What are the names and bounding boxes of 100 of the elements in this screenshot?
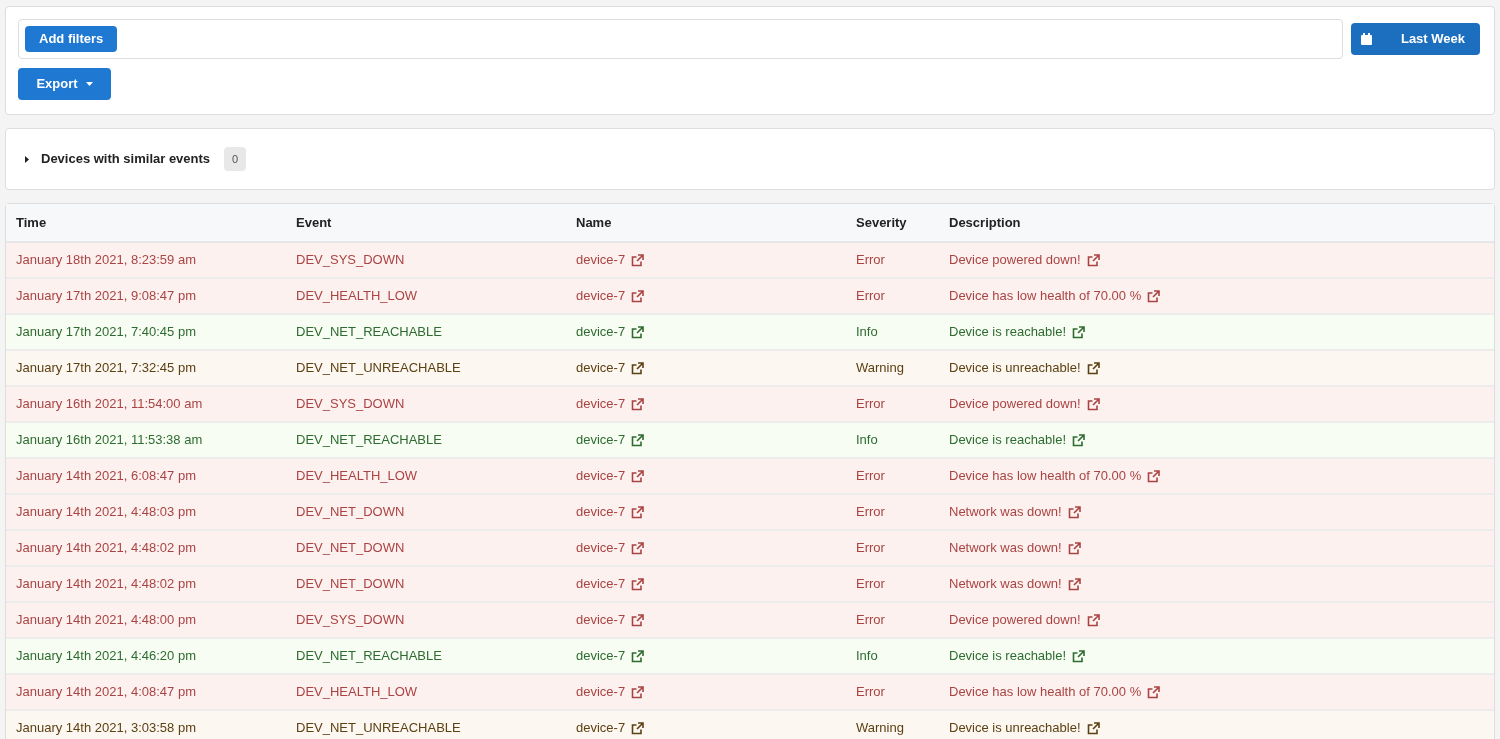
device-name-cell-text: device-7 [576,359,626,378]
external-link-icon[interactable] [631,325,645,339]
table-row[interactable]: January 14th 2021, 4:48:02 pm DEV_NET_DOWN device-7 Error Network was down! [6,567,1494,603]
export-button[interactable]: Export [18,68,111,100]
severity-cell-text: Error [856,251,885,270]
external-link-icon[interactable] [631,397,645,411]
external-link-icon[interactable] [1086,397,1100,411]
time-cell-text: January 14th 2021, 3:03:58 pm [16,719,196,738]
event-cell-text: DEV_HEALTH_LOW [296,287,418,306]
external-link-icon[interactable] [631,289,645,303]
severity-cell-text: Error [856,575,885,594]
event-cell-text: DEV_SYS_DOWN [296,611,405,630]
event-cell-text: DEV_NET_UNREACHABLE [296,359,461,378]
external-link-icon[interactable] [1086,361,1100,375]
external-link-icon[interactable] [631,541,645,555]
device-name-cell-text: device-7 [576,683,626,702]
external-link-icon[interactable] [631,721,645,735]
external-link-icon[interactable] [1067,505,1081,519]
device-name-cell-text: device-7 [576,251,626,270]
severity-cell-text: Error [856,395,885,414]
column-header[interactable]: Time [16,212,47,233]
external-link-icon[interactable] [1067,577,1081,591]
count-badge: 0 [224,146,247,172]
severity-cell-text: Error [856,287,885,306]
external-link-icon[interactable] [1072,433,1086,447]
table-row[interactable]: January 17th 2021, 7:32:45 pm DEV_NET_UNREACHABLE device-7 Warning Device is unreachable! [6,351,1494,387]
table-row[interactable]: January 14th 2021, 4:48:03 pm DEV_NET_DOWN device-7 Error Network was down! [6,495,1494,531]
table-row[interactable]: January 14th 2021, 4:46:20 pm DEV_NET_REACHABLE device-7 Info Device is reachable! [6,639,1494,675]
device-name-cell-text: device-7 [576,647,626,666]
device-name-cell-text: device-7 [576,503,626,522]
column-header[interactable]: Description [949,212,1021,233]
external-link-icon[interactable] [1086,253,1100,267]
date-range-button[interactable]: Last Week [1351,23,1480,55]
event-cell-text: DEV_SYS_DOWN [296,395,405,414]
table-row[interactable]: January 16th 2021, 11:53:38 am DEV_NET_REACHABLE device-7 Info Device is reachable! [6,423,1494,459]
event-cell-text: DEV_NET_DOWN [296,539,405,558]
time-cell-text: January 14th 2021, 4:48:00 pm [16,611,196,630]
device-name-cell-text: device-7 [576,719,626,738]
table-row[interactable]: January 14th 2021, 4:48:00 pm DEV_SYS_DOWN device-7 Error Device powered down! [6,603,1494,639]
time-cell-text: January 18th 2021, 8:23:59 am [16,251,196,270]
external-link-icon[interactable] [1147,289,1161,303]
time-cell-text: January 17th 2021, 7:40:45 pm [16,323,196,342]
device-name-cell-text: device-7 [576,395,626,414]
severity-cell-text: Error [856,611,885,630]
device-name-cell-text: device-7 [576,323,626,342]
external-link-icon[interactable] [631,433,645,447]
description-cell-text: Device has low health of 70.00 % [949,683,1142,702]
external-link-icon[interactable] [1086,613,1100,627]
external-link-icon[interactable] [631,253,645,267]
external-link-icon[interactable] [631,505,645,519]
column-header[interactable]: Name [576,212,612,233]
external-link-icon[interactable] [1147,469,1161,483]
table-row[interactable]: January 14th 2021, 4:48:02 pm DEV_NET_DOWN device-7 Error Network was down! [6,531,1494,567]
external-link-icon[interactable] [1086,721,1100,735]
description-cell-text: Device has low health of 70.00 % [949,287,1142,306]
severity-cell-text: Error [856,539,885,558]
table-row[interactable]: January 14th 2021, 6:08:47 pm DEV_HEALTH_LOW device-7 Error Device has low health of 70.00 % [6,459,1494,495]
description-cell-text: Device powered down! [949,395,1081,414]
external-link-icon[interactable] [631,577,645,591]
table-row[interactable]: January 14th 2021, 3:03:58 pm DEV_NET_UNREACHABLE device-7 Warning Device is unreachable! [6,711,1494,739]
external-link-icon[interactable] [1072,325,1086,339]
event-cell-text: DEV_NET_REACHABLE [296,431,442,450]
time-cell-text: January 14th 2021, 4:48:02 pm [16,539,196,558]
external-link-icon[interactable] [631,361,645,375]
time-cell-text: January 16th 2021, 11:54:00 am [16,395,203,414]
external-link-icon[interactable] [631,685,645,699]
device-name-cell-text: device-7 [576,287,626,306]
external-link-icon[interactable] [631,613,645,627]
external-link-icon[interactable] [1067,541,1081,555]
table-row[interactable]: January 17th 2021, 7:40:45 pm DEV_NET_REACHABLE device-7 Info Device is reachable! [6,315,1494,351]
severity-cell-text: Error [856,467,885,486]
table-row[interactable]: January 14th 2021, 4:08:47 pm DEV_HEALTH_LOW device-7 Error Device has low health of 70.00 % [6,675,1494,711]
external-link-icon[interactable] [631,469,645,483]
add-filters-button[interactable]: Add filters [25,26,118,52]
calendar-icon [1361,33,1372,45]
table-row[interactable]: January 18th 2021, 8:23:59 am DEV_SYS_DOWN device-7 Error Device powered down! [6,243,1494,279]
caret-icon [85,82,93,86]
description-cell-text: Device is reachable! [949,431,1067,450]
device-name-cell-text: device-7 [576,467,626,486]
description-cell-text: Network was down! [949,539,1062,558]
time-cell-text: January 14th 2021, 4:48:03 pm [16,503,196,522]
similar-devices-toggle[interactable]: Devices with similar events [24,149,211,169]
external-link-icon[interactable] [1072,649,1086,663]
event-cell-text: DEV_NET_REACHABLE [296,323,442,342]
filter-bar[interactable]: Add filters [18,19,1343,59]
device-name-cell-text: device-7 [576,575,626,594]
external-link-icon[interactable] [631,649,645,663]
event-cell-text: DEV_HEALTH_LOW [296,467,418,486]
event-cell-text: DEV_SYS_DOWN [296,251,405,270]
time-cell-text: January 14th 2021, 6:08:47 pm [16,467,196,486]
device-name-cell-text: device-7 [576,539,626,558]
external-link-icon[interactable] [1147,685,1161,699]
table-row[interactable]: January 17th 2021, 9:08:47 pm DEV_HEALTH_LOW device-7 Error Device has low health of 70.00 % [6,279,1494,315]
column-header[interactable]: Severity [856,212,907,233]
column-header[interactable]: Event [296,212,332,233]
time-cell-text: January 17th 2021, 9:08:47 pm [16,287,196,306]
table-row[interactable]: January 16th 2021, 11:54:00 am DEV_SYS_DOWN device-7 Error Device powered down! [6,387,1494,423]
severity-cell-text: Warning [856,359,904,378]
caret-icon [24,155,31,163]
event-cell-text: DEV_NET_DOWN [296,575,405,594]
